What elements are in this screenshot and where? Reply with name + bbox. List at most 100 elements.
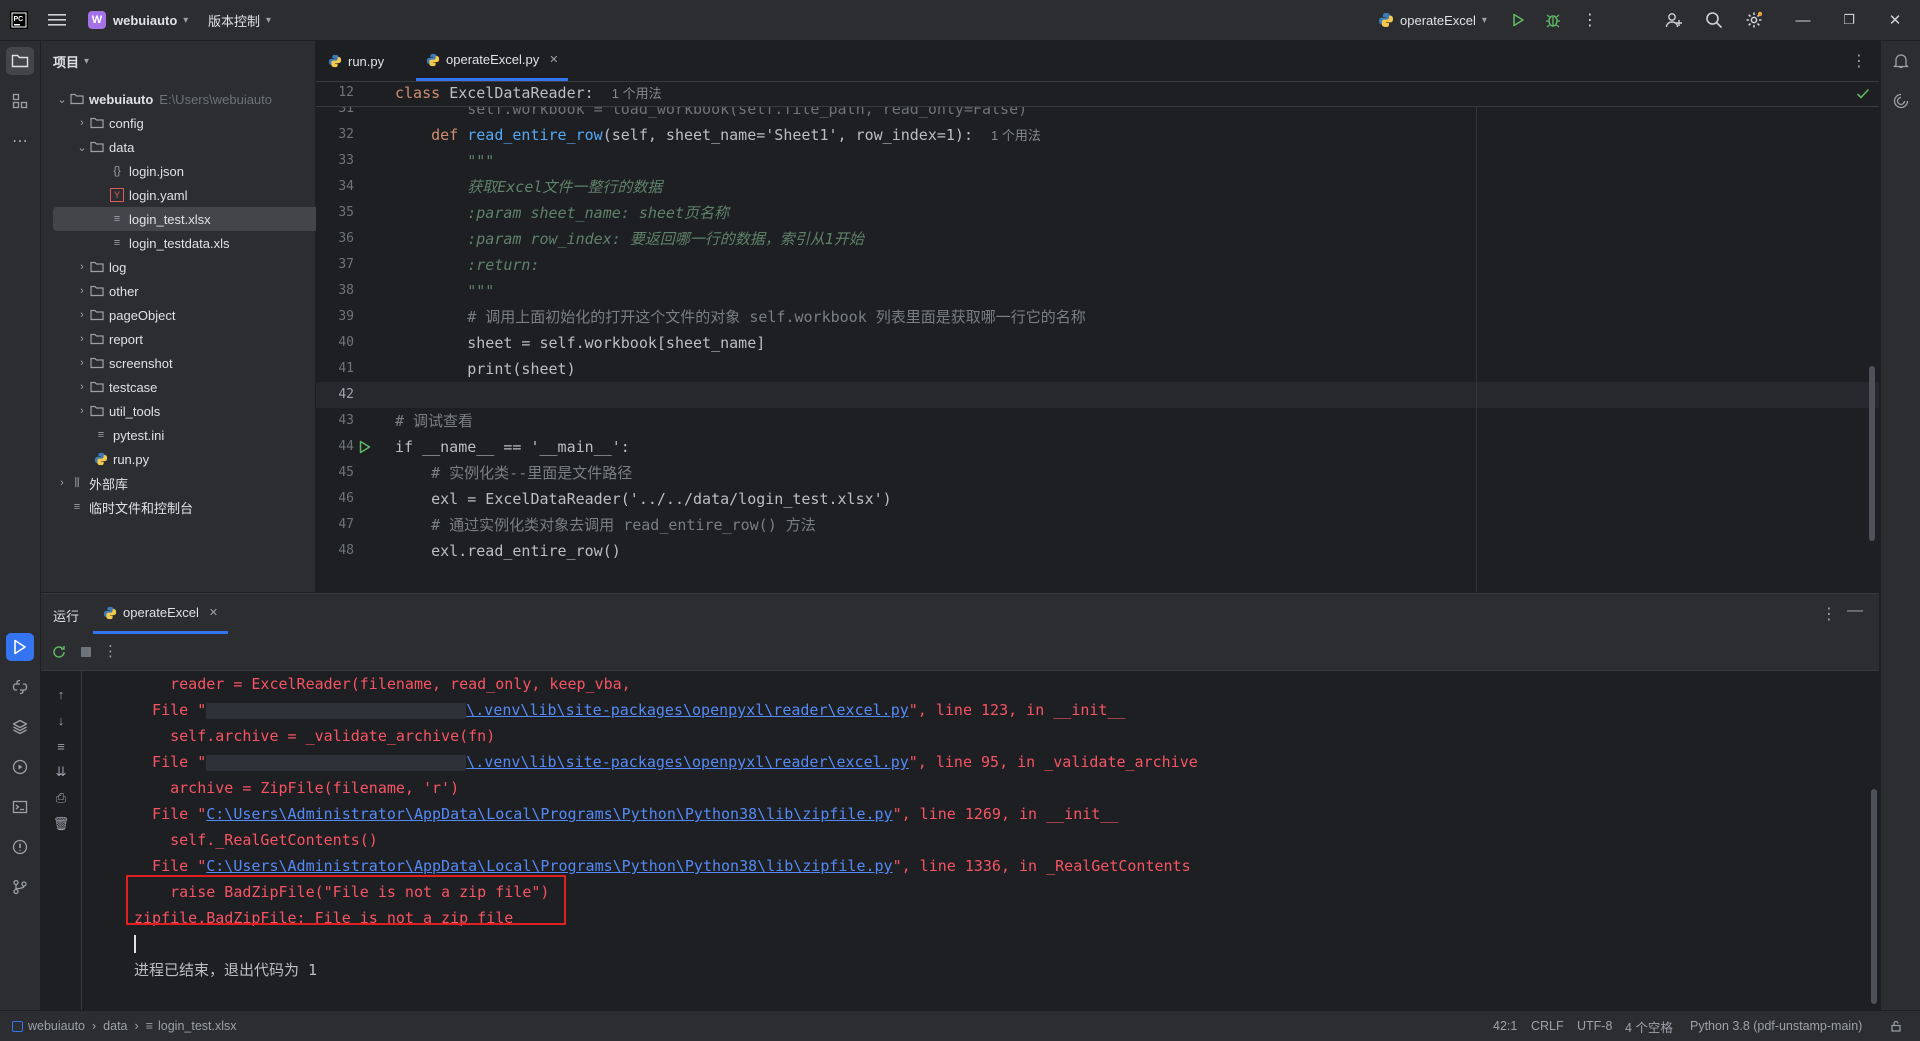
- tree-item-scratches[interactable]: ≡ 临时文件和控制台: [53, 495, 321, 519]
- project-selector[interactable]: W webuiauto ▾: [88, 0, 188, 40]
- structure-tool-button[interactable]: [6, 87, 34, 115]
- add-user-button[interactable]: [1665, 0, 1683, 40]
- code-line[interactable]: # 实例化类--里面是文件路径: [395, 460, 1795, 486]
- layers-tool-button[interactable]: [6, 713, 34, 741]
- tree-item-screenshot[interactable]: › screenshot: [53, 351, 327, 375]
- tree-item-login-testdata-xls[interactable]: ≡ login_testdata.xls: [53, 231, 361, 255]
- code-line[interactable]: # 调试查看: [395, 408, 1795, 434]
- file-link[interactable]: C:\Users\Administrator\AppData\Local\Pro…: [206, 857, 892, 875]
- tree-item-pytest-ini[interactable]: ≡ pytest.ini: [53, 423, 345, 447]
- close-tab-icon[interactable]: ✕: [549, 53, 558, 66]
- indent-setting[interactable]: 4 个空格: [1625, 1011, 1673, 1041]
- code-line[interactable]: :param sheet_name: sheet页名称: [395, 200, 1795, 226]
- line-number: 33: [338, 153, 354, 168]
- code-line[interactable]: def read_entire_row(self, sheet_name='Sh…: [395, 122, 1795, 148]
- code-line[interactable]: exl.read_entire_row(): [395, 538, 1795, 564]
- debug-button[interactable]: [1545, 0, 1561, 40]
- current-line-highlight: [316, 382, 1879, 408]
- run-tool-button[interactable]: [6, 633, 34, 661]
- python-console-icon: [12, 679, 28, 695]
- breadcrumb-item[interactable]: login_test.xlsx: [158, 1019, 237, 1033]
- code-line[interactable]: :return:: [395, 252, 1795, 278]
- project-tool-button[interactable]: [6, 47, 34, 75]
- file-link[interactable]: \.venv\lib\site-packages\openpyxl\reader…: [466, 701, 909, 719]
- stop-icon[interactable]: [79, 645, 93, 659]
- code-line[interactable]: sheet = self.workbook[sheet_name]: [395, 330, 1795, 356]
- minimize-button[interactable]: —: [1780, 0, 1826, 40]
- line-ending[interactable]: CRLF: [1531, 1011, 1564, 1041]
- settings-button[interactable]: [1745, 0, 1763, 40]
- rerun-icon[interactable]: [51, 644, 67, 660]
- tree-item-login-yaml[interactable]: Y login.yaml: [53, 183, 361, 207]
- run-more-icon[interactable]: ⋮: [103, 642, 118, 660]
- code-line[interactable]: exl = ExcelDataReader('../../data/login_…: [395, 486, 1795, 512]
- vcs-selector[interactable]: 版本控制 ▾: [208, 0, 271, 40]
- more-actions-icon[interactable]: ⋮: [1582, 0, 1598, 40]
- file-link[interactable]: \.venv\lib\site-packages\openpyxl\reader…: [466, 753, 909, 771]
- console-output[interactable]: reader = ExcelReader(filename, read_only…: [82, 671, 1879, 1011]
- breadcrumb-item[interactable]: webuiauto: [28, 1019, 85, 1033]
- editor-area: run.py operateExcel.py ✕ ⋮ 12 class Exce…: [316, 41, 1879, 592]
- caret-position[interactable]: 42:1: [1493, 1011, 1517, 1041]
- maximize-button[interactable]: ❐: [1826, 0, 1872, 40]
- services-tool-button[interactable]: [6, 753, 34, 781]
- arrow-up-icon[interactable]: ↑: [49, 683, 73, 705]
- tree-item-login-json[interactable]: {} login.json: [53, 159, 361, 183]
- chevron-down-icon: ▾: [1481, 14, 1487, 26]
- tab-operateexcel-py[interactable]: operateExcel.py ✕: [416, 41, 569, 81]
- git-tool-button[interactable]: [6, 873, 34, 901]
- python-interpreter[interactable]: Python 3.8 (pdf-unstamp-main): [1690, 1011, 1862, 1041]
- run-button[interactable]: [1510, 0, 1526, 40]
- run-options-icon[interactable]: ⋮: [1821, 604, 1837, 624]
- code-line[interactable]: if __name__ == '__main__':: [395, 434, 1795, 460]
- tree-item-login-test-xlsx[interactable]: ≡ login_test.xlsx: [53, 207, 361, 231]
- run-config-selector[interactable]: operateExcel ▾: [1378, 0, 1487, 40]
- ai-assistant-button[interactable]: [1887, 87, 1915, 115]
- main-menu-button[interactable]: [48, 0, 66, 40]
- scroll-to-end-icon[interactable]: ⇊: [49, 761, 73, 783]
- tab-run-py[interactable]: run.py: [328, 41, 384, 81]
- soft-wrap-icon[interactable]: ≡: [49, 735, 73, 757]
- tree-item-root[interactable]: ⌄ webuiauto E:\Users\webuiauto: [53, 87, 307, 111]
- run-tab-operateexcel[interactable]: operateExcel ✕: [93, 594, 229, 634]
- lock-icon[interactable]: [1890, 1011, 1902, 1041]
- tree-item-data[interactable]: ⌄ data: [53, 135, 327, 159]
- close-tab-icon[interactable]: ✕: [209, 606, 218, 619]
- print-icon[interactable]: ⎙: [49, 787, 73, 809]
- tree-item-other[interactable]: › other: [53, 279, 327, 303]
- tree-item-run-py[interactable]: run.py: [53, 447, 345, 471]
- file-link[interactable]: C:\Users\Administrator\AppData\Local\Pro…: [206, 805, 892, 823]
- code-line[interactable]: """: [395, 148, 1795, 174]
- console-scrollbar[interactable]: [1871, 789, 1877, 1004]
- code-line[interactable]: 获取Excel文件一整行的数据: [395, 174, 1795, 200]
- notifications-button[interactable]: [1887, 47, 1915, 75]
- tree-item-log[interactable]: › log: [53, 255, 327, 279]
- problems-tool-button[interactable]: [6, 833, 34, 861]
- file-encoding[interactable]: UTF-8: [1577, 1011, 1612, 1041]
- python-packages-button[interactable]: [6, 673, 34, 701]
- code-line[interactable]: # 通过实例化类对象去调用 read_entire_row() 方法: [395, 512, 1795, 538]
- terminal-tool-button[interactable]: [6, 793, 34, 821]
- search-button[interactable]: [1705, 0, 1723, 40]
- tree-item-external-libraries[interactable]: › ⫼ 外部库: [53, 471, 307, 495]
- tab-options-icon[interactable]: ⋮: [1851, 41, 1867, 81]
- arrow-down-icon[interactable]: ↓: [49, 709, 73, 731]
- gutter-run-icon[interactable]: [358, 440, 372, 454]
- trash-icon[interactable]: 🗑: [49, 813, 73, 835]
- more-tools-icon[interactable]: ⋯: [6, 127, 34, 155]
- tree-item-testcase[interactable]: › testcase: [53, 375, 327, 399]
- tree-item-report[interactable]: › report: [53, 327, 327, 351]
- close-window-button[interactable]: ✕: [1872, 0, 1918, 40]
- app-logo[interactable]: PC: [10, 0, 28, 40]
- project-panel-header[interactable]: 项目 ▾: [53, 41, 89, 81]
- hide-panel-icon[interactable]: —: [1847, 602, 1863, 620]
- code-line[interactable]: print(sheet): [395, 356, 1795, 382]
- tree-item-util-tools[interactable]: › util_tools: [53, 399, 327, 423]
- code-line[interactable]: :param row_index: 要返回哪一行的数据，索引从1开始: [395, 226, 1795, 252]
- tree-item-config[interactable]: › config: [53, 111, 327, 135]
- code-line[interactable]: # 调用上面初始化的打开这个文件的对象 self.workbook 列表里面是获…: [395, 304, 1795, 330]
- breadcrumb-item[interactable]: data: [103, 1019, 127, 1033]
- editor-scrollbar[interactable]: [1869, 366, 1875, 541]
- tree-item-pageobject[interactable]: › pageObject: [53, 303, 327, 327]
- code-line[interactable]: """: [395, 278, 1795, 304]
